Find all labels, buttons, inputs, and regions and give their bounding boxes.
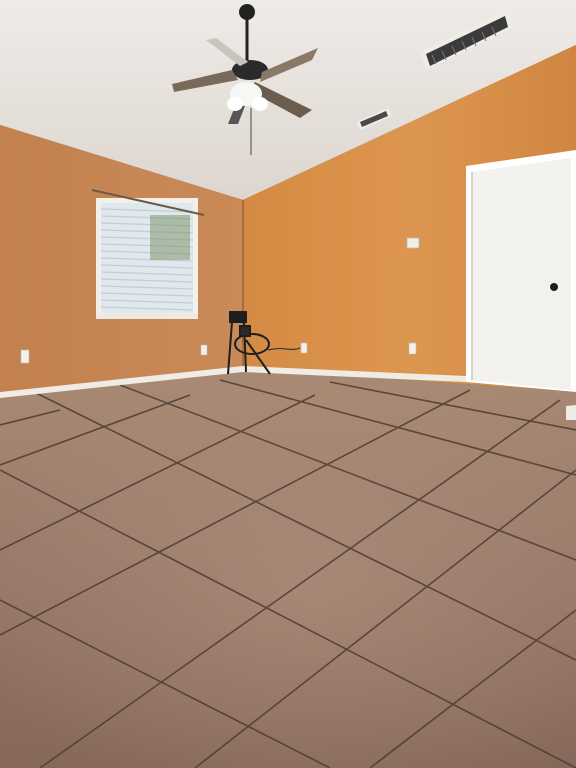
window-tree-view	[150, 215, 190, 260]
window	[91, 189, 205, 319]
door	[466, 150, 576, 392]
room-photo	[0, 0, 576, 768]
floor-sheen	[0, 368, 576, 768]
thermostat-icon	[406, 237, 420, 249]
baseboard-far-right	[566, 405, 576, 420]
room-illustration	[0, 0, 576, 768]
door-knob-icon	[550, 283, 558, 291]
